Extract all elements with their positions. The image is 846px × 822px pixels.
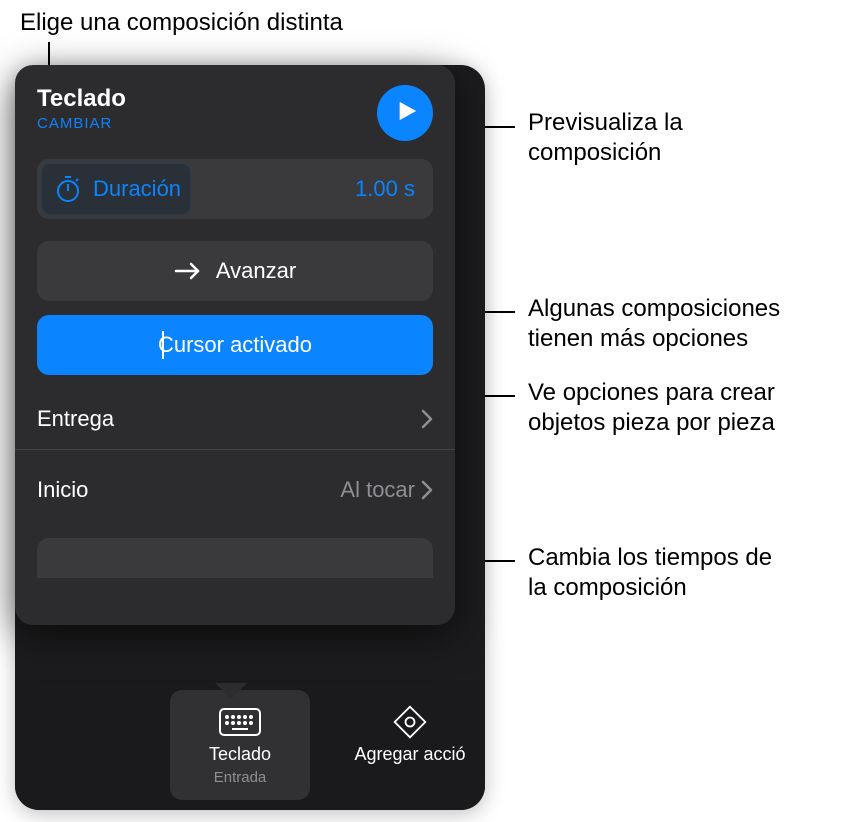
duration-label: Duración [93, 176, 181, 202]
duration-row[interactable]: Duración 1.00 s [37, 159, 433, 219]
callout-preview: Previsualiza la composición [528, 108, 683, 168]
delivery-row[interactable]: Entrega [37, 389, 433, 449]
callout-preview-l2: composición [528, 138, 683, 168]
chevron-right-icon [421, 480, 433, 500]
start-value: Al tocar [340, 477, 415, 503]
callout-timing-l1: Cambia los tiempos de [528, 543, 772, 573]
effect-thumb-sub: Entrada [214, 769, 267, 786]
start-row[interactable]: Inicio Al tocar [37, 460, 433, 520]
separator [15, 449, 455, 450]
callout-timing-l2: la composición [528, 573, 772, 603]
callout-options: Algunas composiciones tienen más opcione… [528, 294, 780, 354]
next-section-peek [37, 538, 433, 578]
callout-build-l1: Ve opciones para crear [528, 378, 775, 408]
callout-change-build: Elige una composición distinta [20, 8, 343, 38]
duration-value: 1.00 s [355, 176, 415, 202]
arrow-right-icon [174, 262, 202, 280]
build-effect-popover: Teclado CAMBIAR Duración 1.00 s [15, 65, 455, 625]
cursor-tick-indicator [162, 331, 164, 359]
effect-thumb-title: Agregar acció [354, 744, 465, 765]
timer-icon [55, 175, 81, 203]
action-icon [388, 704, 432, 740]
effects-bar: Teclado Entrada Agregar acció [15, 680, 485, 810]
callout-options-l2: tienen más opciones [528, 324, 780, 354]
callout-build-l2: objetos pieza por pieza [528, 408, 775, 438]
advance-label: Avanzar [216, 258, 296, 284]
cursor-on-label: Cursor activado [158, 332, 312, 358]
callout-timing: Cambia los tiempos de la composición [528, 543, 772, 603]
effect-thumb-keyboard[interactable]: Teclado Entrada [170, 690, 310, 800]
effect-thumb-title: Teclado [209, 744, 271, 765]
callout-build: Ve opciones para crear objetos pieza por… [528, 378, 775, 438]
change-build-link[interactable]: CAMBIAR [37, 115, 126, 132]
play-icon [392, 99, 418, 128]
callout-options-l1: Algunas composiciones [528, 294, 780, 324]
keyboard-icon [218, 704, 262, 740]
popover-header: Teclado CAMBIAR [37, 85, 433, 141]
cursor-on-option-button[interactable]: Cursor activado [37, 315, 433, 375]
delivery-label: Entrega [37, 406, 114, 432]
effect-thumb-sub [408, 769, 412, 786]
popover-title-block: Teclado CAMBIAR [37, 85, 126, 132]
callout-preview-l1: Previsualiza la [528, 108, 683, 138]
advance-option-button[interactable]: Avanzar [37, 241, 433, 301]
effect-name-title: Teclado [37, 85, 126, 113]
popover-wrap: Teclado CAMBIAR Duración 1.00 s [15, 65, 455, 625]
effect-thumb-add-action[interactable]: Agregar acció [340, 690, 480, 800]
popover-arrow [215, 683, 247, 699]
chevron-right-icon [421, 409, 433, 429]
preview-play-button[interactable] [377, 85, 433, 141]
start-label: Inicio [37, 477, 88, 503]
